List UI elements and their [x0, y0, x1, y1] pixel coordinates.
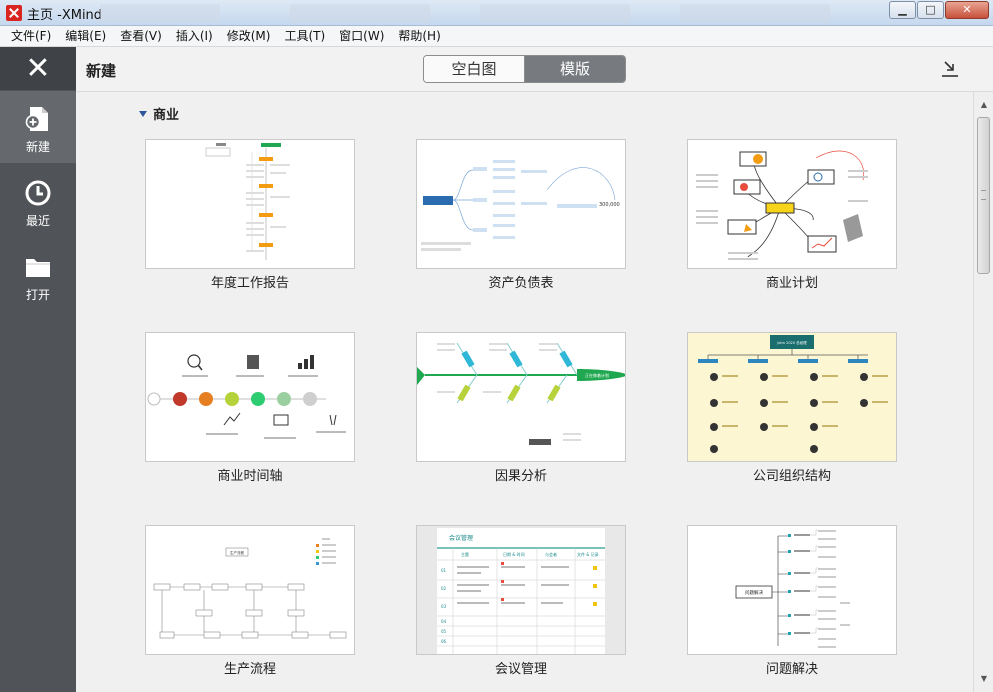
window-controls: ▁ □ ✕ — [888, 1, 989, 19]
menu-window[interactable]: 窗口(W) — [332, 26, 391, 46]
thumb-text: 01 — [441, 568, 447, 573]
template-label: 会议管理 — [494, 662, 547, 677]
vertical-scrollbar[interactable]: ▲ ▼ — [973, 92, 993, 692]
template-thumbnail: 问题解决 — [735, 529, 850, 648]
folder-icon — [26, 259, 50, 277]
template-card-balance-sheet[interactable]: 300,000 — [416, 139, 626, 269]
section-header-business[interactable]: 商业 — [139, 104, 179, 123]
close-panel-button[interactable]: ✕ — [0, 47, 76, 90]
thumb-text: 与会者 — [545, 551, 557, 557]
new-file-icon — [25, 107, 48, 131]
page-header: 新建 空白图 模版 — [76, 47, 993, 92]
template-card-org-chart[interactable]: John 2020 总经理 — [687, 332, 897, 462]
thumb-text: John 2020 总经理 — [776, 340, 807, 345]
template-label: 年度工作报告 — [210, 276, 289, 291]
sidebar-item-label: 新建 — [25, 140, 50, 154]
template-gallery: 商业 年度工作报告 300,000 资产负债表 商业计划 商业时间轴 正在做着计… — [76, 92, 973, 692]
template-label: 公司组织结构 — [752, 469, 831, 484]
ghost-tab — [290, 4, 430, 22]
sidebar-item-open[interactable]: 打开 — [0, 239, 76, 311]
menu-modify[interactable]: 修改(M) — [220, 26, 278, 46]
section-title: 商业 — [153, 108, 180, 123]
menu-bar: 文件(F) 编辑(E) 查看(V) 插入(I) 修改(M) 工具(T) 窗口(W… — [0, 26, 993, 47]
template-thumbnail: John 2020 总经理 — [688, 333, 896, 461]
ghost-tab — [680, 4, 830, 22]
template-card-problem-solving[interactable]: 问题解决 — [687, 525, 897, 655]
template-label: 问题解决 — [765, 662, 818, 677]
template-thumbnail: 会议管理 主题 日期 & 时间 与会者 文件 & 记录 01 02 03 04 … — [437, 528, 605, 654]
template-label: 因果分析 — [494, 469, 547, 484]
window-title: 主页 -XMind — [27, 8, 103, 23]
menu-file[interactable]: 文件(F) — [4, 26, 58, 46]
sidebar-item-label: 最近 — [25, 214, 50, 228]
template-card-meeting[interactable]: 会议管理 主题 日期 & 时间 与会者 文件 & 记录 01 02 03 04 … — [416, 525, 626, 655]
maximize-icon: □ — [925, 3, 936, 16]
close-button[interactable]: ✕ — [945, 1, 989, 19]
template-thumbnail: 生产流程 — [153, 538, 347, 639]
template-thumbnail — [205, 143, 290, 260]
thumb-text: 02 — [441, 586, 447, 591]
thumb-text: 06 — [441, 639, 447, 644]
sidebar-item-label: 打开 — [25, 288, 50, 302]
scroll-down-arrow-icon[interactable]: ▼ — [974, 670, 993, 687]
template-card-business-timeline[interactable] — [145, 332, 355, 462]
thumb-text: 主题 — [461, 551, 469, 557]
thumb-text: 生产流程 — [230, 550, 244, 555]
thumb-text: 文件 & 记录 — [577, 551, 599, 557]
sidebar-item-recent[interactable]: 最近 — [0, 165, 76, 237]
thumb-text: 问题解决 — [745, 589, 763, 596]
collapse-triangle-icon — [139, 110, 147, 117]
menu-insert[interactable]: 插入(I) — [169, 26, 220, 46]
thumb-text: 05 — [441, 629, 447, 634]
scroll-up-arrow-icon[interactable]: ▲ — [974, 96, 993, 113]
thumb-text: 300,000 — [599, 202, 620, 208]
menu-view[interactable]: 查看(V) — [113, 26, 169, 46]
sidebar-item-new[interactable]: 新建 — [0, 91, 76, 163]
menu-tools[interactable]: 工具(T) — [277, 26, 332, 46]
title-bar: 主页 -XMind ▁ □ ✕ — [0, 0, 993, 26]
ghost-tab — [100, 4, 220, 22]
maximize-button[interactable]: □ — [917, 1, 944, 19]
import-download-icon[interactable] — [940, 59, 960, 79]
template-card-production-flow[interactable]: 生产流程 — [145, 525, 355, 655]
tab-blank-map[interactable]: 空白图 — [424, 56, 525, 82]
mode-segmented-control: 空白图 模版 — [423, 55, 626, 83]
background-taskbar-ghost — [100, 4, 860, 22]
thumb-text: 04 — [441, 619, 447, 624]
clock-icon — [25, 180, 51, 206]
menu-edit[interactable]: 编辑(E) — [58, 26, 113, 46]
template-label: 商业计划 — [765, 276, 818, 291]
template-card-business-plan[interactable] — [687, 139, 897, 269]
tab-templates[interactable]: 模版 — [525, 56, 625, 82]
template-thumbnail — [147, 354, 346, 439]
thumb-text: 会议管理 — [449, 534, 473, 542]
template-card-annual-report[interactable] — [145, 139, 355, 269]
minimize-button[interactable]: ▁ — [889, 1, 916, 19]
template-label: 生产流程 — [223, 662, 276, 677]
template-thumbnail: 300,000 — [421, 160, 620, 251]
sidebar: ✕ 新建 最近 打开 — [0, 47, 76, 692]
template-card-cause-effect[interactable]: 正在做着计划 — [416, 332, 626, 462]
thumb-text: 正在做着计划 — [585, 372, 609, 378]
scroll-thumb[interactable] — [977, 117, 990, 274]
close-icon: ✕ — [962, 3, 972, 16]
template-thumbnail: 正在做着计划 — [417, 342, 625, 445]
template-label: 商业时间轴 — [217, 469, 283, 484]
xmind-logo-icon — [6, 5, 22, 21]
thumb-text: 日期 & 时间 — [503, 551, 525, 557]
minimize-icon: ▁ — [898, 3, 907, 16]
ghost-tab — [480, 4, 630, 22]
menu-help[interactable]: 帮助(H) — [391, 26, 447, 46]
template-label: 资产负债表 — [488, 276, 554, 291]
template-thumbnail — [696, 150, 868, 260]
page-title: 新建 — [86, 62, 117, 80]
thumb-text: 03 — [441, 604, 447, 609]
